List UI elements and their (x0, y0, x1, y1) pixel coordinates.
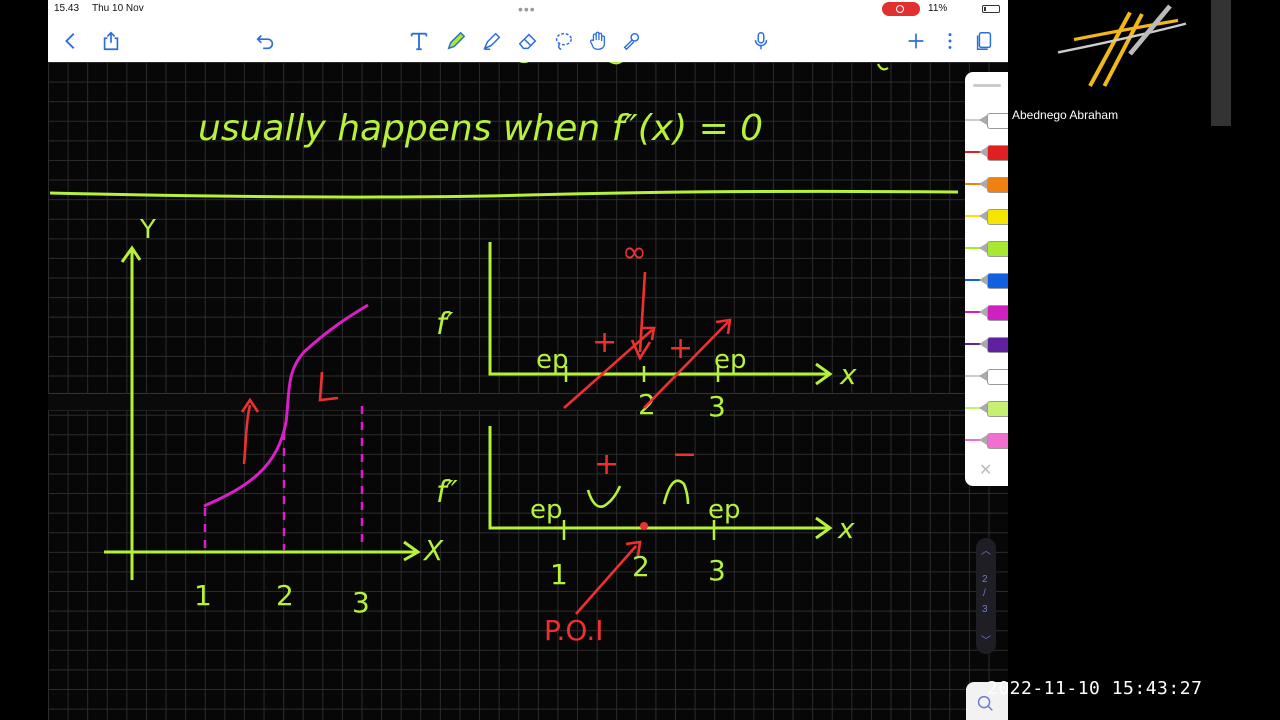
pen-swatch[interactable] (965, 108, 1008, 132)
battery-icon (982, 5, 1000, 13)
pen-swatch[interactable] (965, 204, 1008, 228)
graph1-tick-1: 1 (194, 579, 212, 612)
graph2-plus-left: + (592, 325, 617, 360)
close-icon[interactable]: ✕ (979, 460, 992, 480)
undo-icon[interactable] (252, 28, 278, 54)
pen-swatch[interactable] (965, 396, 1008, 420)
graph-f-double-prime: f″ x ep ep 1 2 3 + − P.O.I (436, 426, 855, 647)
multitasking-dots[interactable]: ••• (518, 1, 536, 17)
current-page: 2 (982, 574, 988, 585)
graph2-infinity: ∞ (622, 235, 647, 270)
pen-tray: ✕ (965, 72, 1008, 486)
pen-swatch[interactable] (965, 332, 1008, 356)
page-thumbnails-icon[interactable] (971, 28, 997, 54)
pen-swatch[interactable] (965, 300, 1008, 324)
graph2-label: f′ (436, 307, 454, 342)
note-canvas[interactable]: usually happens when f″(x) = 0 Y X 1 2 3 (48, 62, 1008, 720)
highlighter-icon[interactable] (479, 28, 505, 54)
graph1-x-label: X (422, 534, 444, 567)
battery-percentage: 11% (928, 3, 948, 14)
toolbar (48, 20, 1008, 63)
screen-recording-indicator-icon[interactable] (882, 2, 920, 16)
graph3-tick-1: 1 (550, 558, 568, 591)
total-pages: 3 (982, 604, 988, 615)
graph-f: Y X 1 2 3 (104, 215, 444, 619)
graph1-y-label: Y (139, 215, 156, 245)
graph3-poi: P.O.I (544, 614, 604, 647)
graph3-plus: + (594, 447, 619, 482)
webcam-tile: Abednego Abraham (1012, 0, 1231, 126)
pen-swatch[interactable] (965, 172, 1008, 196)
add-icon[interactable] (903, 28, 929, 54)
note-line-1: usually happens when f″(x) = 0 (198, 108, 763, 149)
tray-handle[interactable] (973, 84, 1001, 87)
lasso-icon[interactable] (550, 28, 576, 54)
webcam-logo (1057, 4, 1187, 87)
text-tool-icon[interactable] (406, 28, 432, 54)
graph-f-prime: f′ x ep ep 2 3 ∞ + + (436, 235, 857, 423)
pen-swatch[interactable] (965, 364, 1008, 388)
participant-name: Abednego Abraham (1012, 108, 1119, 122)
back-icon[interactable] (58, 28, 84, 54)
graph3-minus: − (672, 437, 697, 472)
status-date: Thu 10 Nov (92, 3, 144, 14)
graph3-tick-2: 2 (632, 550, 650, 583)
eraser-icon[interactable] (515, 28, 541, 54)
status-bar: 15.43 Thu 10 Nov ••• 11% (48, 0, 1008, 20)
graph3-tick-3: 3 (708, 554, 726, 587)
page-navigator: ︿ 2 / 3 ﹀ (976, 538, 996, 654)
chevron-down-icon[interactable]: ﹀ (981, 632, 991, 647)
graph3-ep-left: ep (530, 495, 563, 525)
graph2-ep-left: ep (536, 345, 569, 375)
status-time: 15.43 (54, 3, 80, 14)
graph1-tick-2: 2 (276, 579, 294, 612)
graph2-tick-3: 3 (708, 390, 726, 423)
graph2-x-label: x (839, 358, 857, 391)
page-separator-slash: / (983, 588, 986, 599)
pen-icon[interactable] (443, 28, 469, 54)
recording-timestamp: 2022-11-10 15:43:27 (987, 678, 1203, 699)
hand-icon[interactable] (585, 28, 611, 54)
more-icon[interactable] (937, 28, 963, 54)
pen-swatch[interactable] (965, 268, 1008, 292)
graph1-tick-3: 3 (352, 586, 370, 619)
handwritten-notes: usually happens when f″(x) = 0 Y X 1 2 3 (49, 62, 959, 647)
pen-swatch[interactable] (965, 236, 1008, 260)
graph3-x-label: x (837, 512, 855, 545)
pen-swatch[interactable] (965, 428, 1008, 452)
chevron-up-icon[interactable]: ︿ (981, 542, 991, 557)
microphone-icon[interactable] (748, 28, 774, 54)
pointer-icon[interactable] (619, 28, 645, 54)
share-icon[interactable] (98, 28, 124, 54)
graph3-label: f″ (436, 475, 459, 510)
pen-swatch[interactable] (965, 140, 1008, 164)
ipad-screen: 15.43 Thu 10 Nov ••• 11% usually happens… (48, 0, 1008, 720)
